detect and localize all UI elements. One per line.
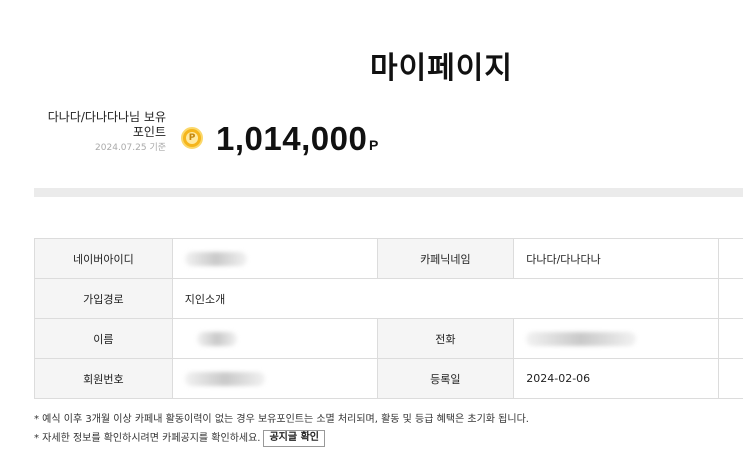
notes: * 예식 이후 3개월 이상 카페내 활동이력이 없는 경우 보유포인트는 소멸… [34, 410, 529, 448]
points-owner-text: 다나다/다나다나님 보유 포인트 [47, 110, 166, 139]
section-divider [34, 188, 743, 197]
points-unit: P [369, 137, 379, 153]
masked-value [526, 331, 637, 346]
member-no-label: 회원번호 [34, 358, 173, 399]
note-line-2-text: * 자세한 정보를 확인하시려면 카페공지를 확인하세요. [34, 433, 261, 444]
join-route-value: 지인소개 [171, 278, 720, 319]
table-row: 이름 전화 [34, 318, 743, 359]
phone-value [513, 318, 720, 359]
member-info-table: 네이버아이디 카페닉네임 다나다/다나다나 가입경로 지인소개 이름 전화 회원… [34, 238, 743, 399]
nickname-label: 카페닉네임 [376, 238, 515, 279]
table-edge-cell [718, 278, 743, 319]
note-line-2: * 자세한 정보를 확인하시려면 카페공지를 확인하세요. 공지글 확인 [34, 429, 529, 448]
masked-value [196, 331, 237, 346]
table-edge-cell [718, 358, 743, 399]
table-row: 회원번호 등록일 2024-02-06 [34, 358, 743, 399]
reg-date-label: 등록일 [376, 358, 515, 399]
join-route-label: 가입경로 [34, 278, 173, 319]
note-line-1: * 예식 이후 3개월 이상 카페내 활동이력이 없는 경우 보유포인트는 소멸… [34, 414, 529, 425]
masked-value [184, 251, 247, 266]
coin-symbol: P [186, 132, 198, 144]
points-owner-label: 다나다/다나다나님 보유 포인트 2024.07.25 기준 [38, 110, 166, 156]
phone-label: 전화 [376, 318, 515, 359]
table-row: 네이버아이디 카페닉네임 다나다/다나다나 [34, 238, 743, 279]
points-date: 2024.07.25 기준 [95, 143, 166, 153]
member-no-value [171, 358, 378, 399]
table-edge-cell [718, 238, 743, 279]
name-value [171, 318, 378, 359]
page-title: 마이페이지 [370, 51, 513, 86]
nickname-value: 다나다/다나다나 [513, 238, 720, 279]
table-edge-cell [718, 318, 743, 359]
table-row: 가입경로 지인소개 [34, 278, 743, 319]
notice-check-button[interactable]: 공지글 확인 [263, 429, 325, 447]
masked-value [184, 371, 265, 386]
reg-date-value: 2024-02-06 [513, 358, 720, 399]
coin-icon: P [181, 127, 203, 149]
points-amount: 1,014,000 [216, 120, 368, 157]
naver-id-value [171, 238, 378, 279]
naver-id-label: 네이버아이디 [34, 238, 173, 279]
name-label: 이름 [34, 318, 173, 359]
